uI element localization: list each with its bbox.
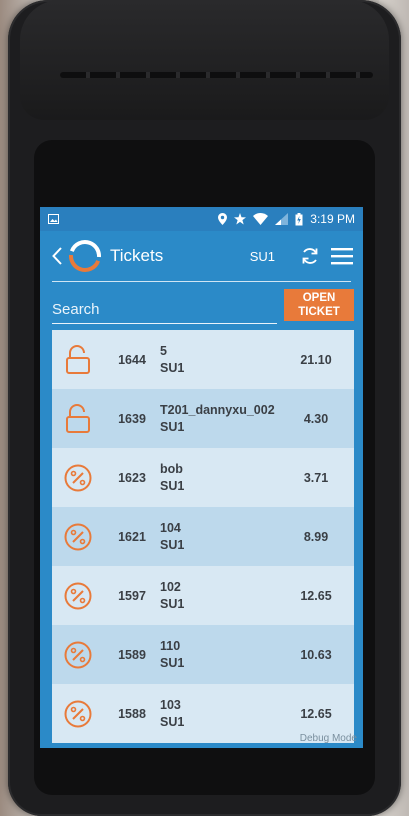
table-row[interactable]: 1623 bob SU1 3.71 [52, 448, 354, 507]
ticket-terminal: SU1 [160, 596, 185, 611]
ticket-name: 102 SU1 [160, 579, 286, 613]
ticket-number: 1621 [118, 529, 146, 544]
ticket-amount: 12.65 [300, 706, 332, 721]
page-title: Tickets [110, 246, 164, 265]
image-notification-icon [48, 214, 59, 224]
ticket-title: T201_dannyxu_002 [160, 402, 275, 417]
location-icon [218, 213, 228, 225]
open-ticket-line1: OPEN [302, 292, 336, 304]
app-screen: 3:19 PM Tickets SU1 Search OPEN TICKET 1… [40, 207, 363, 748]
battery-icon [295, 212, 303, 226]
back-button[interactable] [52, 246, 66, 266]
refresh-icon [302, 248, 318, 264]
ticket-number: 1623 [118, 470, 146, 485]
ticket-amount: 8.99 [303, 529, 329, 544]
percent-icon [52, 464, 104, 492]
terminal-label: SU1 [249, 248, 275, 264]
percent-icon [52, 641, 104, 669]
ticket-number: 1639 [118, 411, 146, 426]
unlock-icon [52, 344, 104, 375]
ticket-name: T201_dannyxu_002 SU1 [160, 402, 286, 436]
refresh-button[interactable] [297, 243, 323, 269]
unlock-icon [52, 403, 104, 434]
star-icon [234, 213, 247, 225]
ticket-terminal: SU1 [160, 478, 185, 493]
ticket-amount: 10.63 [300, 647, 332, 662]
app-bar: Tickets SU1 [40, 231, 363, 281]
menu-button[interactable] [329, 243, 355, 269]
status-time: 3:19 PM [310, 212, 355, 226]
percent-icon [52, 700, 104, 728]
ticket-number: 1589 [118, 647, 146, 662]
ticket-name: bob SU1 [160, 461, 286, 495]
open-ticket-button[interactable]: OPEN TICKET [284, 289, 354, 321]
ticket-name: 110 SU1 [160, 638, 286, 672]
chevron-left-icon [52, 247, 62, 265]
table-row[interactable]: 1597 102 SU1 12.65 [52, 566, 354, 625]
ticket-terminal: SU1 [160, 714, 185, 729]
table-row[interactable]: 1639 T201_dannyxu_002 SU1 4.30 [52, 389, 354, 448]
ticket-title: 102 [160, 579, 181, 594]
ticket-amount: 21.10 [300, 352, 332, 367]
ticket-title: bob [160, 461, 183, 476]
ticket-title: 110 [160, 638, 181, 653]
ticket-amount: 4.30 [303, 411, 329, 426]
ticket-amount: 12.65 [300, 588, 332, 603]
percent-icon [52, 582, 104, 610]
table-row[interactable]: 1589 110 SU1 10.63 [52, 625, 354, 684]
ticket-title: 103 [160, 697, 181, 712]
ticket-title: 5 [160, 343, 167, 358]
ticket-title: 104 [160, 520, 181, 535]
debug-mode-label: Debug Mode [299, 733, 357, 744]
ticket-number: 1588 [118, 706, 146, 721]
ticket-list: 1644 5 SU1 21.10 1639 T201_dannyxu_002 SU1… [52, 330, 354, 748]
search-input[interactable] [52, 295, 277, 324]
ticket-name: 104 SU1 [160, 520, 286, 554]
percent-icon [52, 523, 104, 551]
ticket-amount: 3.71 [303, 470, 329, 485]
ticket-terminal: SU1 [160, 360, 185, 375]
ticket-terminal: SU1 [160, 419, 185, 434]
ticket-terminal: SU1 [160, 655, 185, 670]
printer-housing [20, 0, 389, 120]
table-row[interactable]: 1621 104 SU1 8.99 [52, 507, 354, 566]
signal-icon [275, 213, 289, 225]
ticket-number: 1597 [118, 588, 146, 603]
ticket-name: 103 SU1 [160, 697, 286, 731]
wifi-icon [253, 213, 269, 225]
paper-slot [60, 72, 373, 78]
ticket-name: 5 SU1 [160, 343, 286, 377]
status-bar: 3:19 PM [40, 207, 363, 231]
ticket-terminal: SU1 [160, 537, 185, 552]
table-row[interactable]: 1644 5 SU1 21.10 [52, 330, 354, 389]
search-row: OPEN TICKET [52, 289, 354, 329]
hamburger-menu-icon [331, 248, 353, 265]
open-ticket-line2: TICKET [298, 306, 340, 318]
app-logo-icon [68, 239, 102, 273]
header-divider [52, 281, 351, 282]
ticket-number: 1644 [118, 352, 146, 367]
